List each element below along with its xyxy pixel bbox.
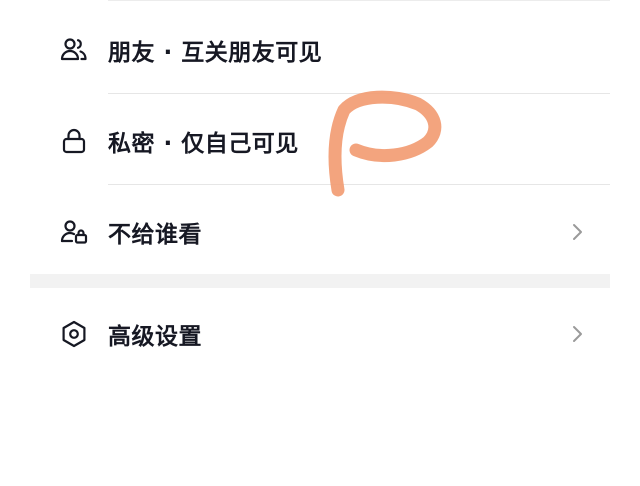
option-exclude[interactable]: 不给谁看 [30, 186, 610, 278]
privacy-settings-screen: 朋友 · 互关朋友可见 私密 · 仅自己可见 不给谁看 高级设置 [0, 0, 640, 486]
chevron-right-icon [568, 322, 586, 346]
option-friends[interactable]: 朋友 · 互关朋友可见 [30, 4, 610, 96]
divider-2 [108, 184, 610, 185]
advanced-settings-label: 高级设置 [108, 324, 202, 350]
user-lock-icon [58, 216, 90, 248]
top-divider [108, 0, 610, 1]
option-private[interactable]: 私密 · 仅自己可见 [30, 95, 610, 187]
friends-icon [58, 34, 90, 66]
option-friends-label: 朋友 · 互关朋友可见 [108, 40, 323, 66]
divider-1 [108, 93, 610, 94]
section-separator [30, 274, 610, 288]
option-exclude-label: 不给谁看 [108, 222, 202, 248]
advanced-settings-item[interactable]: 高级设置 [30, 288, 610, 380]
chevron-right-icon [568, 220, 586, 244]
lock-icon [58, 125, 90, 157]
hexagon-settings-icon [58, 318, 90, 350]
option-private-label: 私密 · 仅自己可见 [108, 131, 299, 157]
